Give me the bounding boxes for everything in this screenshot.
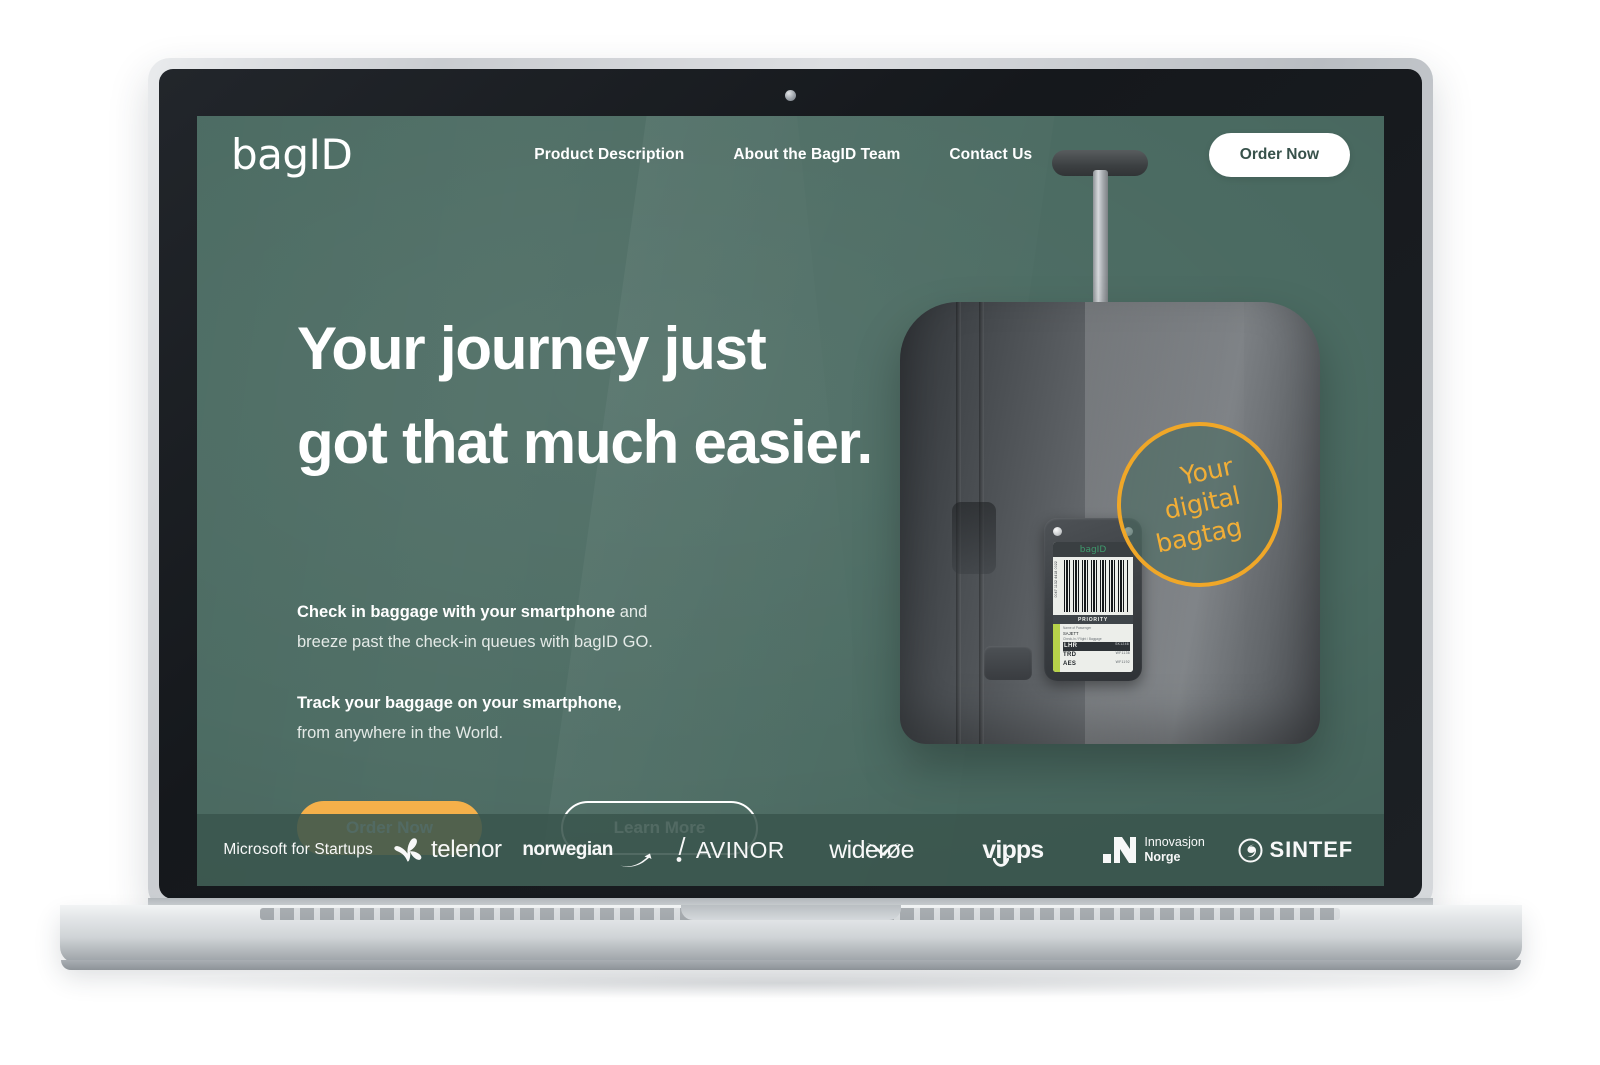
partner-label: Innovasjon Norge — [1144, 835, 1204, 865]
nav-item-contact-us[interactable]: Contact Us — [949, 146, 1032, 164]
webcam-icon — [785, 90, 796, 101]
bagtag-route-detail: WF1136 — [1115, 650, 1130, 655]
wideroe-bird-icon — [866, 842, 899, 856]
bagtag-barcode-icon — [1064, 560, 1129, 612]
bagtag-route-code: LHR — [1064, 642, 1078, 649]
bagtag-route-detail: WF1192 — [1115, 659, 1130, 664]
partner-label: Microsoft for Startups — [223, 841, 373, 858]
laptop-mockup: bagID Product Description About the BagI… — [0, 0, 1600, 1065]
laptop-base-notch — [681, 905, 901, 920]
partner-logo-microsoft-for-startups[interactable]: Microsoft for Startups — [219, 841, 377, 859]
bagtag-route-row: LHR SK1246 — [1063, 641, 1130, 651]
partner-logo-avinor[interactable]: AVINOR — [660, 836, 801, 864]
laptop-bezel: bagID Product Description About the BagI… — [159, 69, 1422, 899]
bagtag-route-row: TRD WF1136 — [1063, 651, 1130, 660]
suitcase-latch — [984, 646, 1032, 680]
bagtag-info-zone: Name of Passenger SAJETT Check-In / Flig… — [1053, 624, 1133, 672]
partner-label: telenor — [431, 836, 502, 863]
bagtag-eink-display: bagID 0047 1132 4418 0022 PRIORITY Name … — [1053, 542, 1133, 672]
site-header: bagID Product Description About the BagI… — [197, 116, 1384, 194]
suitcase-illustration: bagID 0047 1132 4418 0022 PRIORITY Name … — [872, 144, 1342, 744]
bagtag-barcode-zone: 0047 1132 4418 0022 — [1053, 557, 1133, 615]
hero-paragraph-2-strong: Track your baggage on your smartphone, — [297, 694, 622, 713]
browser-viewport: bagID Product Description About the BagI… — [197, 116, 1384, 886]
nav-item-about-the-bagid-team[interactable]: About the BagID Team — [733, 146, 900, 164]
partner-label: vipps — [982, 835, 1044, 864]
partner-logo-innovasjon-norge[interactable]: Innovasjon Norge — [1083, 835, 1224, 865]
primary-nav: Product Description About the BagID Team… — [534, 146, 1032, 164]
bagtag-brand-label: bagID — [1053, 542, 1133, 557]
partner-logo-norwegian[interactable]: norwegian — [518, 831, 659, 869]
partner-logo-sintef[interactable]: SINTEF — [1225, 837, 1366, 863]
telenor-propeller-icon — [394, 838, 422, 862]
hero-section: Your journey just got that much easier. … — [197, 150, 1384, 856]
hero-paragraph-1-strong: Check in baggage with your smartphone — [297, 603, 616, 622]
order-now-header-button[interactable]: Order Now — [1208, 133, 1350, 177]
bagtag-vertical-code: 0047 1132 4418 0022 — [1054, 561, 1058, 598]
bagtag-screw-icon — [1053, 527, 1062, 536]
laptop-base — [60, 905, 1522, 970]
laptop-lid: bagID Product Description About the BagI… — [148, 58, 1433, 910]
partner-logo-vipps[interactable]: vipps — [942, 835, 1083, 867]
bagtag-priority-bar: PRIORITY — [1053, 615, 1133, 624]
partner-label: SINTEF — [1269, 837, 1354, 862]
nav-item-product-description[interactable]: Product Description — [534, 146, 684, 164]
sintef-circle-icon — [1238, 838, 1263, 862]
brand-logo[interactable]: bagID — [221, 134, 353, 176]
partner-logo-strip: Microsoft for Startups telenor norwegian — [197, 814, 1384, 886]
partner-label-line-2: Norge — [1144, 850, 1181, 864]
laptop-shadow — [140, 968, 1440, 998]
partner-logo-telenor[interactable]: telenor — [377, 836, 518, 864]
suitcase-side-grip — [952, 502, 996, 574]
hero-paragraph-1-rest: and — [615, 603, 648, 622]
bagtag-route-detail: SK1246 — [1115, 641, 1129, 646]
partner-label: AVINOR — [695, 836, 785, 863]
avinor-mark-icon — [676, 837, 686, 862]
bagtag-route-row: AES WF1192 — [1063, 660, 1130, 669]
partner-label: norwegian — [522, 839, 613, 860]
bagtag-route-code: AES — [1063, 660, 1077, 667]
partner-label-line-1: Innovasjon — [1144, 835, 1205, 850]
screenshot-scene: bagID Product Description About the BagI… — [0, 0, 1600, 1065]
bagtag-route-code: TRD — [1063, 651, 1077, 658]
norwegian-swoosh-icon — [618, 853, 652, 867]
partner-logo-wideroe[interactable]: widerøe — [801, 836, 942, 865]
innovasjon-norge-n-icon — [1103, 837, 1137, 863]
vipps-smile-icon — [992, 857, 1009, 867]
